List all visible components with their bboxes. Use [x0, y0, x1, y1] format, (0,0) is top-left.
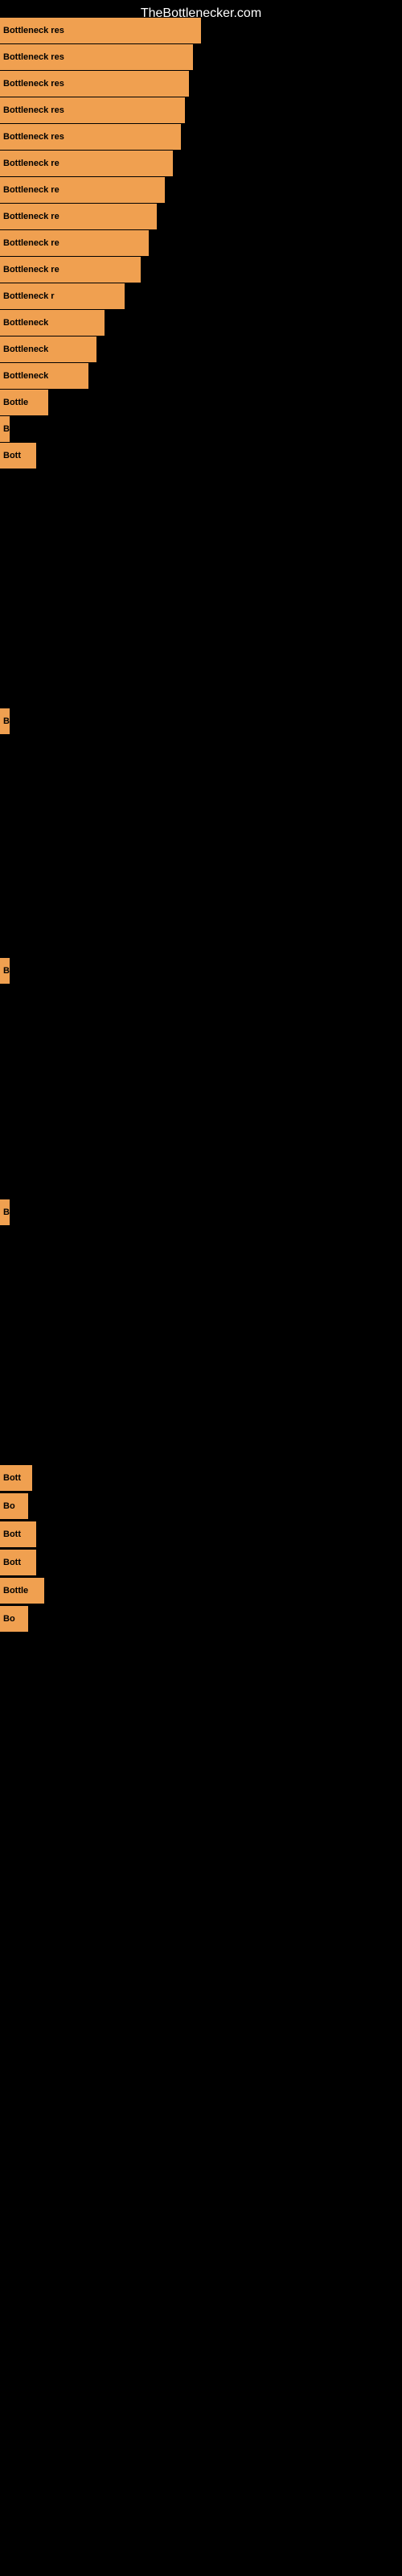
bar-label: Bottleneck re [3, 265, 59, 275]
bar-item: Bott [0, 1465, 32, 1491]
bar-label: Bottleneck re [3, 185, 59, 195]
bar-item: Bottleneck [0, 336, 96, 362]
bar-item: B [0, 416, 10, 442]
bar-label: Bott [3, 451, 21, 460]
bar-item: Bottleneck re [0, 151, 173, 176]
bar-label: Bottleneck res [3, 26, 64, 35]
bar-item: Bottleneck res [0, 124, 181, 150]
bar-label: Bottleneck re [3, 159, 59, 168]
bar-label: Bott [3, 1558, 21, 1567]
bar-label: Bo [3, 1614, 15, 1624]
bar-label: B [3, 716, 10, 726]
bar-item: Bottle [0, 390, 48, 415]
bar-item: B [0, 958, 10, 984]
bar-label: B [3, 1208, 10, 1217]
bar-label: B [3, 966, 10, 976]
bar-item: Bottleneck re [0, 177, 165, 203]
bar-item: Bottleneck [0, 310, 105, 336]
bar-label: Bott [3, 1530, 21, 1539]
bar-item: Bottle [0, 1578, 44, 1604]
bar-item: Bottleneck res [0, 44, 193, 70]
bar-item: Bott [0, 443, 36, 469]
bar-label: Bottleneck re [3, 238, 59, 248]
bar-item: Bottleneck res [0, 71, 189, 97]
bar-item: Bott [0, 1550, 36, 1575]
bar-item: Bo [0, 1606, 28, 1632]
bar-label: Bottleneck res [3, 132, 64, 142]
bar-item: B [0, 708, 10, 734]
bar-label: Bottleneck res [3, 105, 64, 115]
bar-label: Bottleneck [3, 318, 48, 328]
bar-item: Bott [0, 1521, 36, 1547]
bar-item: Bottleneck r [0, 283, 125, 309]
bar-label: Bottle [3, 1586, 28, 1596]
bar-label: Bott [3, 1473, 21, 1483]
bar-label: Bottleneck [3, 371, 48, 381]
bar-label: Bottleneck [3, 345, 48, 354]
bar-item: Bo [0, 1493, 28, 1519]
bar-label: Bottleneck r [3, 291, 55, 301]
bar-label: Bottle [3, 398, 28, 407]
bar-item: B [0, 1199, 10, 1225]
bar-item: Bottleneck re [0, 204, 157, 229]
bar-label: Bo [3, 1501, 15, 1511]
bar-label: Bottleneck re [3, 212, 59, 221]
bar-item: Bottleneck res [0, 18, 201, 43]
bar-item: Bottleneck [0, 363, 88, 389]
bar-item: Bottleneck re [0, 257, 141, 283]
bar-item: Bottleneck re [0, 230, 149, 256]
bar-item: Bottleneck res [0, 97, 185, 123]
bar-label: B [3, 424, 10, 434]
bar-label: Bottleneck res [3, 79, 64, 89]
bar-label: Bottleneck res [3, 52, 64, 62]
